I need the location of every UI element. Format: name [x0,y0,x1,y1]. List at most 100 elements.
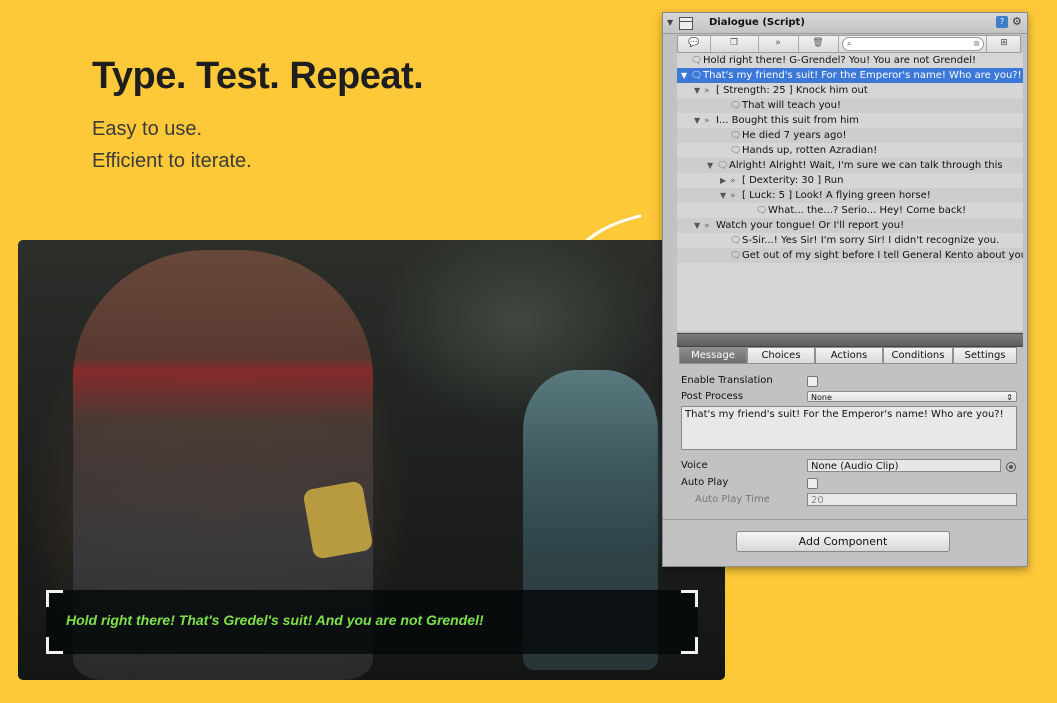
speech-bubble-icon: 🗨 [691,71,703,81]
tagline-iterate: Efficient to iterate. [92,150,252,172]
tree-row-label: That will teach you! [742,100,841,111]
component-title: Dialogue (Script) [709,17,805,28]
message-text-area[interactable]: That's my friend's suit! For the Emperor… [681,406,1017,450]
component-divider [663,519,1027,520]
tab-settings[interactable]: Settings [953,347,1017,364]
tab-message[interactable]: Message [679,347,747,364]
speech-bubble-icon: 🗨 [691,56,703,66]
corner-bracket-icon [681,590,698,607]
tree-row[interactable]: ▶» [ Dexterity: 30 ] Run [677,173,1023,188]
collapse-arrow-icon[interactable]: ▼ [681,68,691,83]
expand-all-button[interactable]: ⊞ [986,36,1021,52]
panel-splitter[interactable] [677,333,1023,347]
speech-icon: 💬 [688,38,700,48]
tree-row[interactable]: 🗨S-Sir...! Yes Sir! I'm sorry Sir! I did… [677,233,1023,248]
collapse-arrow-icon[interactable]: ▼ [694,218,704,233]
enable-translation-checkbox[interactable] [807,376,818,387]
tree-row[interactable]: ▼» Watch your tongue! Or I'll report you! [677,218,1023,233]
corner-bracket-icon [46,637,63,654]
foldout-arrow-icon[interactable]: ▼ [667,18,673,27]
dropdown-arrow-icon: ⇕ [1006,393,1013,402]
auto-play-time-label: Auto Play Time [695,494,770,505]
script-icon [679,17,693,30]
speech-bubble-icon: 🗨 [730,236,742,246]
copy-node-button[interactable]: ❐ [710,36,759,52]
speech-bubble-icon: 🗨 [756,206,768,216]
tree-row-label: I... Bought this suit from him [716,115,859,126]
object-picker-icon[interactable] [1006,462,1016,472]
tree-search-input[interactable]: ⌕ ⊗ [842,37,984,51]
voice-audio-field[interactable]: None (Audio Clip) [807,459,1001,472]
collapse-arrow-icon[interactable]: ▼ [720,188,730,203]
auto-play-label: Auto Play [681,477,729,488]
speech-bubble-icon: 🗨 [717,161,729,171]
dialogue-tree[interactable]: 🗨Hold right there! G-Grendel? You! You a… [677,53,1023,331]
game-screenshot: Hold right there! That's Gredel's suit! … [18,240,725,680]
expand-arrow-icon[interactable]: ▶ [720,173,730,188]
component-header[interactable]: ▼ Dialogue (Script) ? ⚙ [663,13,1027,34]
node-tabs: Message Choices Actions Conditions Setti… [679,347,1017,364]
tree-row-label: Get out of my sight before I tell Genera… [742,250,1023,261]
tree-row[interactable]: ▼» [ Strength: 25 ] Knock him out [677,83,1023,98]
choice-icon: » [775,38,781,48]
tree-row-label: Alright! Alright! Wait, I'm sure we can … [729,160,1003,171]
tree-row[interactable]: 🗨Hands up, rotten Azradian! [677,143,1023,158]
tree-row-label: Watch your tongue! Or I'll report you! [716,220,905,231]
tree-row[interactable]: ▼ 🗨Alright! Alright! Wait, I'm sure we ca… [677,158,1023,173]
trash-icon: 🗑 [812,38,824,48]
search-icon: ⌕ [847,39,852,48]
tree-row[interactable]: 🗨Hold right there! G-Grendel? You! You a… [677,53,1023,68]
tree-row-selected[interactable]: ▼ 🗨That's my friend's suit! For the Emper… [677,68,1023,83]
gear-icon[interactable]: ⚙ [1012,15,1022,28]
choice-icon: » [730,191,736,201]
speech-bubble-icon: 🗨 [730,251,742,261]
expand-icon: ⊞ [1000,38,1008,48]
collapse-arrow-icon[interactable]: ▼ [694,113,704,128]
post-process-value: None [811,393,832,402]
tab-choices[interactable]: Choices [747,347,815,364]
tree-row[interactable]: 🗨That will teach you! [677,98,1023,113]
help-icon[interactable]: ? [996,16,1008,28]
add-message-button[interactable]: 💬 [678,36,711,52]
choice-icon: » [704,116,710,126]
shoulder-pad [302,480,374,560]
add-choice-button[interactable]: » [758,36,799,52]
tab-actions[interactable]: Actions [815,347,883,364]
tree-row[interactable]: 🗨He died 7 years ago! [677,128,1023,143]
subtitle-text: Hold right there! That's Gredel's suit! … [66,612,484,628]
tree-row-label: That's my friend's suit! For the Emperor… [703,70,1022,81]
choice-icon: » [730,176,736,186]
tree-row-label: Hold right there! G-Grendel? You! You ar… [703,55,977,66]
post-process-label: Post Process [681,391,744,402]
enable-translation-label: Enable Translation [681,375,773,386]
collapse-arrow-icon[interactable]: ▼ [694,83,704,98]
clear-search-icon[interactable]: ⊗ [973,38,980,50]
tree-row-label: Hands up, rotten Azradian! [742,145,878,156]
tree-row-label: [ Strength: 25 ] Knock him out [716,85,868,96]
auto-play-checkbox[interactable] [807,478,818,489]
tree-row[interactable]: ▼» I... Bought this suit from him [677,113,1023,128]
post-process-dropdown[interactable]: None ⇕ [807,391,1017,402]
collapse-arrow-icon[interactable]: ▼ [707,158,717,173]
tree-row-label: He died 7 years ago! [742,130,847,141]
corner-bracket-icon [46,590,63,607]
speech-bubble-icon: 🗨 [730,146,742,156]
tree-row[interactable]: 🗨What... the...? Serio... Hey! Come back… [677,203,1023,218]
tree-row-label: S-Sir...! Yes Sir! I'm sorry Sir! I didn… [742,235,1000,246]
add-component-button[interactable]: Add Component [736,531,950,552]
speech-bubble-icon: 🗨 [730,101,742,111]
inspector-window: ▼ Dialogue (Script) ? ⚙ 💬 ❐ » 🗑 ⌕ ⊗ ⊞ 🗨H… [662,12,1028,567]
tree-row-label: What... the...? Serio... Hey! Come back! [768,205,967,216]
voice-label: Voice [681,460,708,471]
choice-icon: » [704,86,710,96]
delete-node-button[interactable]: 🗑 [798,36,839,52]
speech-bubble-icon: 🗨 [730,131,742,141]
tree-row[interactable]: 🗨Get out of my sight before I tell Gener… [677,248,1023,263]
tree-row-label: [ Luck: 5 ] Look! A flying green horse! [742,190,931,201]
choice-icon: » [704,221,710,231]
copy-icon: ❐ [729,38,739,48]
tab-conditions[interactable]: Conditions [883,347,953,364]
tagline-easy: Easy to use. [92,118,203,140]
auto-play-time-field[interactable]: 20 [807,493,1017,506]
tree-row[interactable]: ▼» [ Luck: 5 ] Look! A flying green horse… [677,188,1023,203]
